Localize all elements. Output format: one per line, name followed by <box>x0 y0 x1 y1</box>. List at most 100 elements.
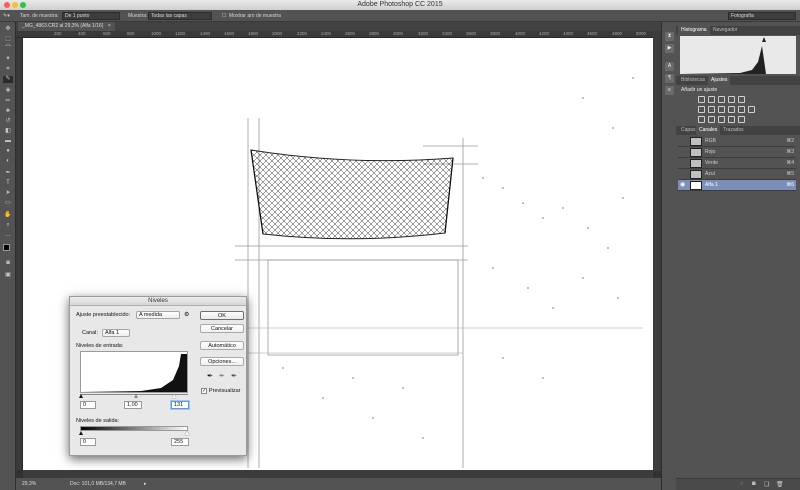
path-selection-tool-icon[interactable]: ➤ <box>3 190 13 197</box>
sample-select[interactable]: Todas las capas <box>148 12 212 20</box>
output-white-handle[interactable] <box>185 431 189 435</box>
workspace-select[interactable]: Fotografía <box>728 12 796 20</box>
gray-point-eyedropper-icon[interactable]: ✒ <box>219 372 225 380</box>
ruler-tick-label: 4800 <box>612 31 623 36</box>
zoom-window-button[interactable] <box>20 2 26 8</box>
more-tools-icon[interactable]: … <box>3 232 13 239</box>
brightness-icon[interactable] <box>698 96 705 103</box>
preset-select[interactable]: A medida <box>136 311 180 319</box>
output-black-handle[interactable] <box>79 431 83 435</box>
channel-row-rgb[interactable]: RGB ⌘2 <box>678 136 796 147</box>
vibrance-icon[interactable] <box>738 96 745 103</box>
minimize-window-button[interactable] <box>12 2 18 8</box>
channel-row-red[interactable]: Rojo ⌘3 <box>678 147 796 158</box>
document-info[interactable]: Doc: 101,0 MB/134,7 MB <box>70 478 126 490</box>
zoom-level[interactable]: 29,3% <box>22 478 36 490</box>
channel-mixer-icon[interactable] <box>738 106 745 113</box>
healing-brush-tool-icon[interactable]: ✚ <box>3 88 13 95</box>
cancel-button[interactable]: Cancelar <box>200 324 244 333</box>
levels-icon[interactable] <box>708 96 715 103</box>
input-white-field[interactable]: 131 <box>171 401 189 409</box>
type-tool-icon[interactable]: T <box>3 180 13 187</box>
color-lookup-icon[interactable] <box>748 106 755 113</box>
threshold-icon[interactable] <box>718 116 725 123</box>
input-black-handle[interactable] <box>79 394 83 398</box>
adjustments-panel-tabs: Bibliotecas Ajustes <box>676 76 800 85</box>
posterize-icon[interactable] <box>708 116 715 123</box>
show-ring-checkbox[interactable]: ☐ <box>222 13 226 19</box>
black-white-icon[interactable] <box>718 106 725 113</box>
input-black-field[interactable]: 0 <box>80 401 96 409</box>
zoom-tool-icon[interactable]: ⌕ <box>3 222 13 229</box>
options-button[interactable]: Opciones... <box>200 357 244 366</box>
history-brush-tool-icon[interactable]: ↺ <box>3 118 13 125</box>
channel-row-alpha[interactable]: ◉ Alfa 1 ⌘6 <box>678 180 796 191</box>
quick-selection-tool-icon[interactable]: ✦ <box>3 56 13 63</box>
eyedropper-tool-icon[interactable]: ✎ <box>3 76 13 83</box>
preset-options-gear-icon[interactable]: ⚙ <box>184 311 189 318</box>
status-menu-icon[interactable]: ▸ <box>144 478 147 490</box>
channel-row-blue[interactable]: Azul ⌘5 <box>678 169 796 180</box>
delete-channel-icon[interactable]: 🗑 <box>776 481 784 488</box>
channels-footer: ◌ ◙ ❏ 🗑 <box>676 478 800 490</box>
history-panel-icon[interactable]: ⧗ <box>665 32 674 41</box>
preview-checkbox[interactable]: ✓ <box>201 388 207 394</box>
tab-histogram[interactable]: Histograma <box>678 26 710 35</box>
sample-size-select[interactable]: De 1 punto <box>62 12 120 20</box>
tab-paths[interactable]: Trazados <box>720 126 747 135</box>
visibility-eye-icon[interactable]: ◉ <box>680 180 685 191</box>
crop-tool-icon[interactable]: ⌗ <box>3 66 13 73</box>
move-tool-icon[interactable]: ✥ <box>3 26 13 33</box>
output-black-field[interactable]: 0 <box>80 438 96 446</box>
gradient-map-icon[interactable] <box>728 116 735 123</box>
output-white-field[interactable]: 255 <box>171 438 189 446</box>
tab-channels[interactable]: Canales <box>696 126 721 135</box>
close-tab-icon[interactable]: × <box>108 23 111 29</box>
quick-mask-icon[interactable]: ◙ <box>3 260 13 267</box>
properties-panel-icon[interactable]: ≡ <box>665 86 674 95</box>
pen-tool-icon[interactable]: ✒ <box>3 170 13 177</box>
shape-tool-icon[interactable]: ▭ <box>3 200 13 207</box>
invert-icon[interactable] <box>698 116 705 123</box>
clone-stamp-tool-icon[interactable]: ♣ <box>3 108 13 115</box>
load-selection-icon[interactable]: ◌ <box>740 481 744 487</box>
color-balance-icon[interactable] <box>708 106 715 113</box>
blur-tool-icon[interactable]: ● <box>3 148 13 155</box>
new-channel-icon[interactable]: ❏ <box>764 481 769 488</box>
auto-button[interactable]: Automático <box>200 341 244 350</box>
save-selection-icon[interactable]: ◙ <box>752 481 756 487</box>
tab-navigator[interactable]: Navegador <box>710 26 740 35</box>
vertical-scrollbar[interactable] <box>653 31 661 471</box>
document-tab[interactable]: _MG_4863.CR2 al 29,3% (Alfa 1/16) × <box>18 22 115 31</box>
eyedropper-tool-icon[interactable]: ✎▾ <box>3 13 10 19</box>
curves-icon[interactable] <box>718 96 725 103</box>
input-gamma-handle[interactable] <box>134 394 138 398</box>
eraser-tool-icon[interactable]: ◧ <box>3 128 13 135</box>
white-point-eyedropper-icon[interactable]: ✒ <box>231 372 237 380</box>
selective-color-icon[interactable] <box>738 116 745 123</box>
hand-tool-icon[interactable]: ✋ <box>3 212 13 219</box>
photo-filter-icon[interactable] <box>728 106 735 113</box>
foreground-color-swatch[interactable] <box>3 244 10 251</box>
character-panel-icon[interactable]: A <box>665 62 674 71</box>
tab-adjustments[interactable]: Ajustes <box>708 76 731 85</box>
screen-mode-icon[interactable]: ▣ <box>3 272 13 279</box>
exposure-icon[interactable] <box>728 96 735 103</box>
marquee-tool-icon[interactable]: ⬚ <box>3 36 13 43</box>
actions-panel-icon[interactable]: ▶ <box>665 44 674 53</box>
tab-libraries[interactable]: Bibliotecas <box>678 76 708 85</box>
ok-button[interactable]: OK <box>200 311 244 320</box>
close-window-button[interactable] <box>4 2 10 8</box>
horizontal-scrollbar[interactable] <box>23 470 653 478</box>
channel-select[interactable]: Alfa 1 <box>102 329 130 337</box>
lasso-tool-icon[interactable]: ⌒ <box>3 46 13 53</box>
channel-row-green[interactable]: Verde ⌘4 <box>678 158 796 169</box>
dodge-tool-icon[interactable]: ◐ <box>3 158 13 165</box>
black-point-eyedropper-icon[interactable]: ✒ <box>207 372 213 380</box>
input-gamma-field[interactable]: 1,00 <box>124 401 142 409</box>
gradient-tool-icon[interactable]: ▬ <box>3 138 13 145</box>
brush-tool-icon[interactable]: ✏ <box>3 98 13 105</box>
paragraph-panel-icon[interactable]: ¶ <box>665 74 674 83</box>
hue-saturation-icon[interactable] <box>698 106 705 113</box>
input-white-handle[interactable] <box>172 394 176 398</box>
